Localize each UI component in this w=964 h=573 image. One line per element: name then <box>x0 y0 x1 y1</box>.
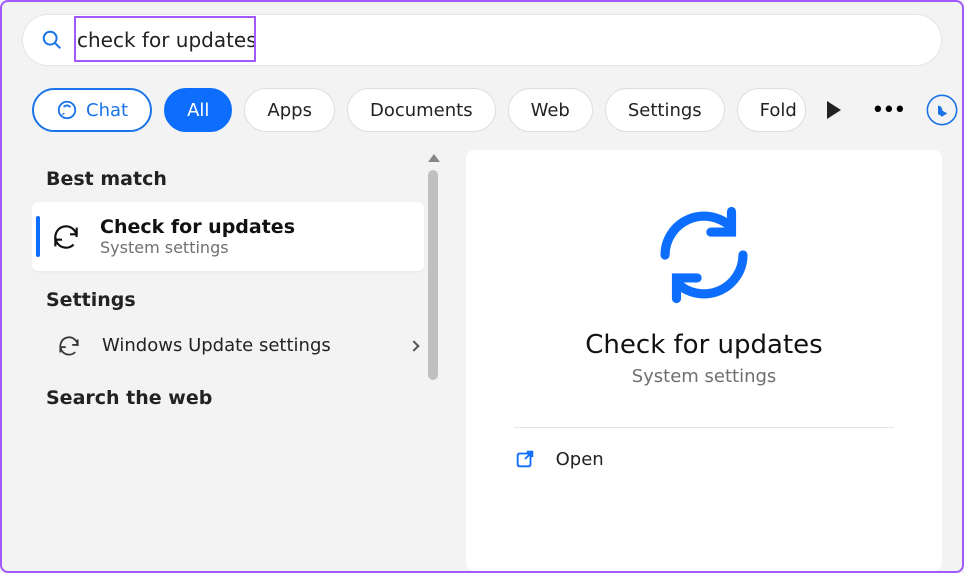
search-input[interactable] <box>77 28 923 52</box>
best-match-header: Best match <box>32 150 442 202</box>
ellipsis-icon: ••• <box>871 98 904 123</box>
filter-apps[interactable]: Apps <box>244 88 335 132</box>
results-panel: Best match Check for updates System sett… <box>32 150 442 571</box>
open-external-icon <box>514 448 536 470</box>
settings-header: Settings <box>32 271 442 323</box>
selection-indicator <box>36 216 40 257</box>
result-title: Check for updates <box>100 216 295 238</box>
search-web-header: Search the web <box>32 369 442 421</box>
open-label: Open <box>556 449 604 470</box>
chat-button[interactable]: Chat <box>32 88 152 132</box>
filter-all[interactable]: All <box>164 88 232 132</box>
chat-icon <box>56 99 78 121</box>
refresh-icon <box>50 221 82 253</box>
bing-logo-button[interactable] <box>926 94 958 126</box>
play-arrow-icon <box>827 101 841 119</box>
search-icon <box>41 29 63 51</box>
preview-subtitle: System settings <box>632 366 777 387</box>
open-action[interactable]: Open <box>514 428 895 490</box>
search-bar <box>22 14 942 66</box>
refresh-large-icon <box>649 200 759 310</box>
bing-icon <box>926 92 958 128</box>
scrollbar[interactable] <box>424 150 442 571</box>
filter-documents[interactable]: Documents <box>347 88 496 132</box>
filter-row: Chat All Apps Documents Web Settings Fol… <box>2 66 962 142</box>
scroll-right-button[interactable] <box>818 94 850 126</box>
refresh-icon <box>56 333 82 359</box>
filter-folders[interactable]: Fold <box>737 88 806 132</box>
more-options-button[interactable]: ••• <box>872 94 904 126</box>
chat-label: Chat <box>86 100 128 121</box>
settings-item-windows-update[interactable]: Windows Update settings <box>32 323 442 369</box>
filter-settings[interactable]: Settings <box>605 88 725 132</box>
best-match-result[interactable]: Check for updates System settings <box>32 202 424 271</box>
settings-item-label: Windows Update settings <box>102 334 390 357</box>
preview-panel: Check for updates System settings Open <box>466 150 942 571</box>
preview-title: Check for updates <box>585 330 822 360</box>
chevron-right-icon <box>408 340 419 351</box>
result-subtitle: System settings <box>100 238 295 257</box>
filter-web[interactable]: Web <box>508 88 593 132</box>
scroll-up-arrow-icon <box>428 154 440 162</box>
